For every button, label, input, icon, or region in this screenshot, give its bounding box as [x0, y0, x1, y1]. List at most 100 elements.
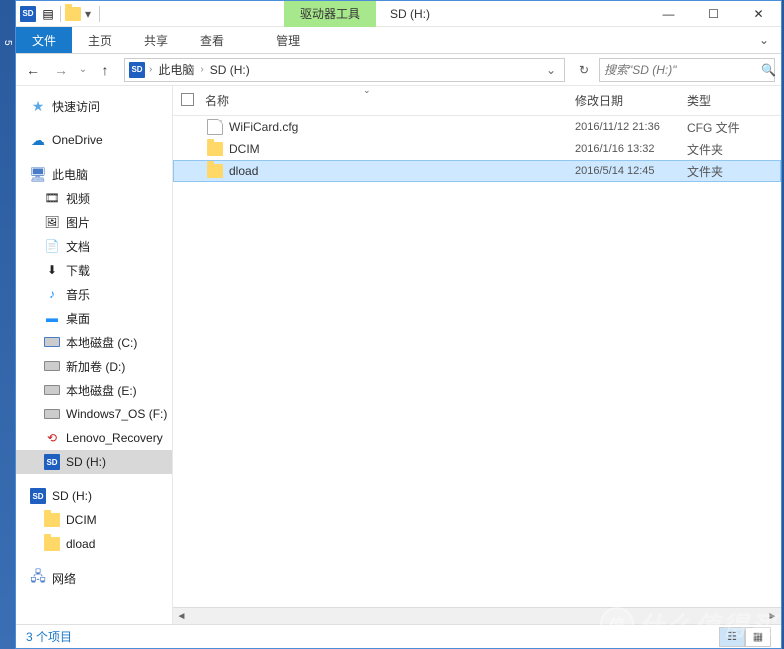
folder-icon — [207, 142, 223, 156]
scroll-right-icon[interactable]: ► — [764, 608, 781, 625]
columns-header: ⌄ 名称 修改日期 类型 — [173, 86, 781, 116]
file-icon — [207, 119, 223, 135]
tree-this-pc[interactable]: 🖥 此电脑 — [16, 162, 172, 186]
tree-label: OneDrive — [52, 133, 103, 147]
tree-desktop[interactable]: ▬ 桌面 — [16, 306, 172, 330]
tree-recovery[interactable]: ⟲ Lenovo_Recovery — [16, 426, 172, 450]
tree-sd-drive[interactable]: SD SD (H:) — [16, 450, 172, 474]
chevron-right-icon[interactable]: › — [149, 64, 152, 75]
column-name[interactable]: 名称 — [203, 92, 575, 109]
scroll-left-icon[interactable]: ◄ — [173, 608, 190, 625]
pc-icon: 🖥 — [30, 166, 46, 182]
search-box[interactable]: 🔍 — [599, 58, 775, 82]
ribbon-expand-icon[interactable]: ⌄ — [747, 27, 781, 53]
tree-label: 下载 — [66, 262, 90, 279]
tree-label: dload — [66, 537, 95, 551]
tree-label: DCIM — [66, 513, 97, 527]
tree-label: SD (H:) — [66, 455, 106, 469]
file-list[interactable]: WiFiCard.cfg2016/11/12 21:36CFG 文件DCIM20… — [173, 116, 781, 607]
file-date: 2016/5/14 12:45 — [575, 165, 687, 177]
tree-music[interactable]: ♪ 音乐 — [16, 282, 172, 306]
select-all-checkbox[interactable] — [181, 93, 194, 106]
tab-file[interactable]: 文件 — [16, 27, 72, 53]
file-row[interactable]: DCIM 2016/1/16 13:32文件夹 — [173, 138, 781, 160]
status-bar: 3 个项目 ☷ ▦ — [16, 624, 781, 648]
tree-label: 新加卷 (D:) — [66, 358, 125, 375]
tree-downloads[interactable]: ⬇下载 — [16, 258, 172, 282]
file-row[interactable]: WiFiCard.cfg2016/11/12 21:36CFG 文件 — [173, 116, 781, 138]
maximize-button[interactable]: ☐ — [691, 1, 736, 27]
file-date: 2016/1/16 13:32 — [575, 143, 687, 155]
view-details-button[interactable]: ☷ — [719, 627, 745, 647]
view-icons-button[interactable]: ▦ — [745, 627, 771, 647]
qat-dropdown-icon[interactable]: ▾ — [85, 7, 95, 21]
tab-view[interactable]: 查看 — [184, 27, 240, 53]
ribbon-tabs: 文件 主页 共享 查看 管理 ⌄ — [16, 27, 781, 54]
tab-share[interactable]: 共享 — [128, 27, 184, 53]
search-input[interactable] — [604, 63, 761, 77]
recent-dropdown-icon[interactable]: ⌄ — [76, 57, 90, 83]
search-icon[interactable]: 🔍 — [761, 63, 776, 77]
forward-button[interactable]: → — [48, 57, 74, 83]
horizontal-scrollbar[interactable]: ◄ ► — [173, 607, 781, 624]
tree-videos[interactable]: 🎞 视频 — [16, 186, 172, 210]
file-explorer-window: SD ▤ ▾ 驱动器工具 SD (H:) — ☐ ✕ 文件 主页 共享 查看 管… — [15, 0, 782, 649]
tree-label: 桌面 — [66, 310, 90, 327]
tree-label: 音乐 — [66, 286, 90, 303]
music-icon: ♪ — [44, 286, 60, 302]
navigation-pane[interactable]: ★快速访问 ☁ OneDrive 🖥 此电脑 🎞 视频 🖼图片 📄文档 ⬇下载 ♪ 音乐… — [16, 86, 173, 624]
tree-drive-f[interactable]: Windows7_OS (F:) — [16, 402, 172, 426]
tab-home[interactable]: 主页 — [72, 27, 128, 53]
address-bar[interactable]: SD › 此电脑 › SD (H:) ⌄ — [124, 58, 565, 82]
picture-icon: 🖼 — [44, 214, 60, 230]
tree-label: Lenovo_Recovery — [66, 431, 163, 445]
file-name: WiFiCard.cfg — [229, 120, 298, 134]
drive-icon — [44, 337, 60, 347]
tree-drive-c[interactable]: 本地磁盘 (C:) — [16, 330, 172, 354]
address-dropdown-icon[interactable]: ⌄ — [542, 63, 560, 77]
drive-icon — [44, 409, 60, 419]
file-type: 文件夹 — [687, 141, 781, 158]
chevron-right-icon[interactable]: › — [200, 64, 203, 75]
tree-onedrive[interactable]: ☁ OneDrive — [16, 128, 172, 152]
star-icon: ★ — [30, 98, 46, 114]
close-button[interactable]: ✕ — [736, 1, 781, 27]
column-type[interactable]: 类型 — [687, 92, 781, 109]
up-button[interactable]: ↑ — [92, 57, 118, 83]
tree-drive-d[interactable]: 新加卷 (D:) — [16, 354, 172, 378]
file-date: 2016/11/12 21:36 — [575, 121, 687, 133]
file-name: DCIM — [229, 142, 260, 156]
tree-network[interactable]: 🖧网络 — [16, 566, 172, 590]
window-title: SD (H:) — [376, 7, 444, 21]
tree-pictures[interactable]: 🖼图片 — [16, 210, 172, 234]
video-icon: 🎞 — [44, 190, 60, 206]
folder-icon[interactable] — [65, 7, 81, 21]
tree-label: 此电脑 — [52, 166, 88, 183]
file-row[interactable]: dload2016/5/14 12:45文件夹 — [173, 160, 781, 182]
crumb-this-pc[interactable]: 此电脑 — [156, 61, 196, 78]
recovery-icon: ⟲ — [44, 430, 60, 446]
titlebar: SD ▤ ▾ 驱动器工具 SD (H:) — ☐ ✕ — [16, 1, 781, 27]
tree-label: 视频 — [66, 190, 90, 207]
minimize-button[interactable]: — — [646, 1, 691, 27]
crumb-sd[interactable]: SD (H:) — [208, 63, 252, 77]
back-button[interactable]: ← — [20, 57, 46, 83]
navigation-bar: ← → ⌄ ↑ SD › 此电脑 › SD (H:) ⌄ ↻ 🔍 — [16, 54, 781, 86]
tree-dload[interactable]: dload — [16, 532, 172, 556]
tree-drive-e[interactable]: 本地磁盘 (E:) — [16, 378, 172, 402]
tree-quick-access[interactable]: ★快速访问 — [16, 94, 172, 118]
cloud-icon: ☁ — [30, 132, 46, 148]
sd-icon: SD — [44, 454, 60, 470]
tab-manage[interactable]: 管理 — [260, 27, 316, 53]
tree-sd-root[interactable]: SDSD (H:) — [16, 484, 172, 508]
tree-dcim[interactable]: DCIM — [16, 508, 172, 532]
sort-indicator-icon: ⌄ — [363, 85, 371, 96]
desktop-icon: ▬ — [44, 310, 60, 326]
watermark-badge: 值 — [600, 607, 634, 641]
document-icon: 📄 — [44, 238, 60, 254]
refresh-button[interactable]: ↻ — [571, 59, 597, 81]
column-date[interactable]: 修改日期 — [575, 92, 687, 109]
tree-documents[interactable]: 📄文档 — [16, 234, 172, 258]
properties-icon[interactable]: ▤ — [40, 6, 56, 22]
folder-icon — [44, 537, 60, 551]
